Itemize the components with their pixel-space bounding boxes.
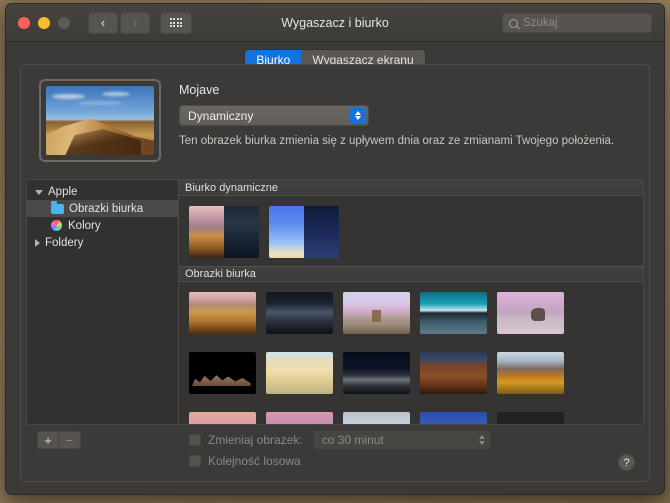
chevron-left-icon: ‹ bbox=[100, 15, 106, 30]
sidebar-item-label: Kolory bbox=[68, 219, 101, 232]
chevron-updown-icon[interactable] bbox=[478, 434, 485, 445]
grid-icon bbox=[169, 17, 183, 28]
thumb-mojave-night[interactable] bbox=[266, 292, 333, 334]
help-button[interactable]: ? bbox=[618, 454, 635, 471]
navigation-buttons: ‹ › bbox=[88, 11, 150, 34]
folder-icon bbox=[51, 201, 64, 214]
change-interval-value: co 30 minut bbox=[321, 432, 384, 447]
source-sidebar: Apple Obrazki biurka Kolory Foldery bbox=[26, 179, 178, 425]
color-wheel-icon bbox=[51, 220, 62, 231]
sidebar-item-desktop-pictures[interactable]: Obrazki biurka bbox=[27, 200, 178, 217]
wallpaper-preview-image bbox=[46, 86, 154, 155]
wallpaper-style-select[interactable]: Dynamiczny bbox=[179, 105, 369, 126]
thumb-pale-sand-dunes[interactable] bbox=[266, 352, 333, 394]
search-input[interactable]: Szukaj bbox=[502, 13, 652, 33]
still-thumb-row-1 bbox=[179, 282, 643, 342]
sidebar-item-label: Apple bbox=[48, 185, 78, 198]
change-options: Zmieniaj obrazek: co 30 minut Kolejność … bbox=[189, 429, 491, 471]
chevron-right-icon[interactable] bbox=[35, 238, 40, 247]
bottom-bar: + − Zmieniaj obrazek: co 30 minut Kolejn… bbox=[21, 425, 649, 481]
chevron-down-icon[interactable] bbox=[35, 190, 43, 195]
dynamic-thumb-row bbox=[179, 196, 643, 266]
add-folder-button[interactable]: + bbox=[37, 431, 59, 449]
change-interval-select[interactable]: co 30 minut bbox=[312, 429, 491, 450]
still-thumb-row-2 bbox=[179, 342, 643, 402]
sidebar-item-label: Foldery bbox=[45, 236, 84, 249]
thumb-black-rock-formation[interactable] bbox=[189, 352, 256, 394]
thumb-red-rock-cliffs[interactable] bbox=[420, 352, 487, 394]
traffic-lights bbox=[6, 16, 70, 29]
chevron-right-icon: › bbox=[132, 15, 138, 30]
thumb-blue-gradient-sky[interactable] bbox=[420, 412, 487, 424]
thumb-desert-butte-dusk[interactable] bbox=[343, 292, 410, 334]
close-button[interactable] bbox=[18, 16, 30, 29]
search-placeholder: Szukaj bbox=[523, 17, 558, 29]
thumb-mojave-dynamic[interactable] bbox=[189, 206, 259, 258]
chevron-updown-icon[interactable] bbox=[349, 108, 366, 123]
wallpaper-gallery[interactable]: Biurko dynamiczne Obrazki biurka bbox=[178, 179, 644, 425]
change-picture-label: Zmieniaj obrazek: bbox=[208, 432, 303, 447]
thumb-dark-lake-teal-sky[interactable] bbox=[420, 292, 487, 334]
sidebar-item-label: Obrazki biurka bbox=[69, 202, 144, 215]
add-remove-buttons: + − bbox=[37, 431, 81, 449]
search-icon bbox=[509, 18, 518, 28]
browser-split: Apple Obrazki biurka Kolory Foldery Biur… bbox=[21, 179, 649, 425]
thumb-grey-cloud-mesa[interactable] bbox=[343, 412, 410, 424]
window-titlebar: ‹ › Wygaszacz i biurko Szukaj bbox=[6, 4, 664, 42]
sidebar-item-apple[interactable]: Apple bbox=[27, 183, 178, 200]
change-picture-row: Zmieniaj obrazek: co 30 minut bbox=[189, 429, 491, 450]
thumb-solar-gradients-dynamic[interactable] bbox=[269, 206, 339, 258]
random-order-checkbox[interactable] bbox=[189, 454, 201, 467]
thumb-pink-sunset-clouds[interactable] bbox=[189, 412, 256, 424]
zoom-button[interactable] bbox=[58, 16, 70, 29]
group-header-stills: Obrazki biurka bbox=[179, 266, 643, 282]
change-picture-checkbox[interactable] bbox=[189, 433, 201, 446]
thumb-autumn-mountain-lake[interactable] bbox=[497, 352, 564, 394]
forward-button[interactable]: › bbox=[120, 11, 150, 34]
show-all-button[interactable] bbox=[160, 11, 192, 34]
sidebar-item-colors[interactable]: Kolory bbox=[27, 217, 178, 234]
wallpaper-preview-frame bbox=[39, 79, 161, 162]
system-preferences-window: ‹ › Wygaszacz i biurko Szukaj Biurko Wyg… bbox=[5, 3, 665, 495]
wallpaper-name-label: Mojave bbox=[179, 83, 220, 97]
still-thumb-row-3 bbox=[179, 402, 643, 424]
thumb-violet-sunset-sky[interactable] bbox=[266, 412, 333, 424]
thumb-pink-salt-flat-rock[interactable] bbox=[497, 292, 564, 334]
preview-row: Mojave Dynamiczny Ten obrazek biurka zmi… bbox=[21, 65, 649, 162]
thumb-mojave-day[interactable] bbox=[189, 292, 256, 334]
preview-meta: Mojave Dynamiczny Ten obrazek biurka zmi… bbox=[161, 79, 614, 162]
back-button[interactable]: ‹ bbox=[88, 11, 118, 34]
content-panel: Mojave Dynamiczny Ten obrazek biurka zmi… bbox=[20, 64, 650, 482]
minimize-button[interactable] bbox=[38, 16, 50, 29]
random-order-label: Kolejność losowa bbox=[208, 453, 301, 468]
wallpaper-style-description: Ten obrazek biurka zmienia się z upływem… bbox=[179, 135, 615, 147]
random-order-row: Kolejność losowa bbox=[189, 450, 491, 471]
thumb-golden-sunrise-ridge[interactable] bbox=[497, 412, 564, 424]
wallpaper-style-value: Dynamiczny bbox=[188, 108, 254, 123]
group-header-dynamic: Biurko dynamiczne bbox=[179, 180, 643, 196]
sidebar-item-folders[interactable]: Foldery bbox=[27, 234, 178, 251]
remove-folder-button[interactable]: − bbox=[59, 431, 81, 449]
thumb-dark-dune-night[interactable] bbox=[343, 352, 410, 394]
